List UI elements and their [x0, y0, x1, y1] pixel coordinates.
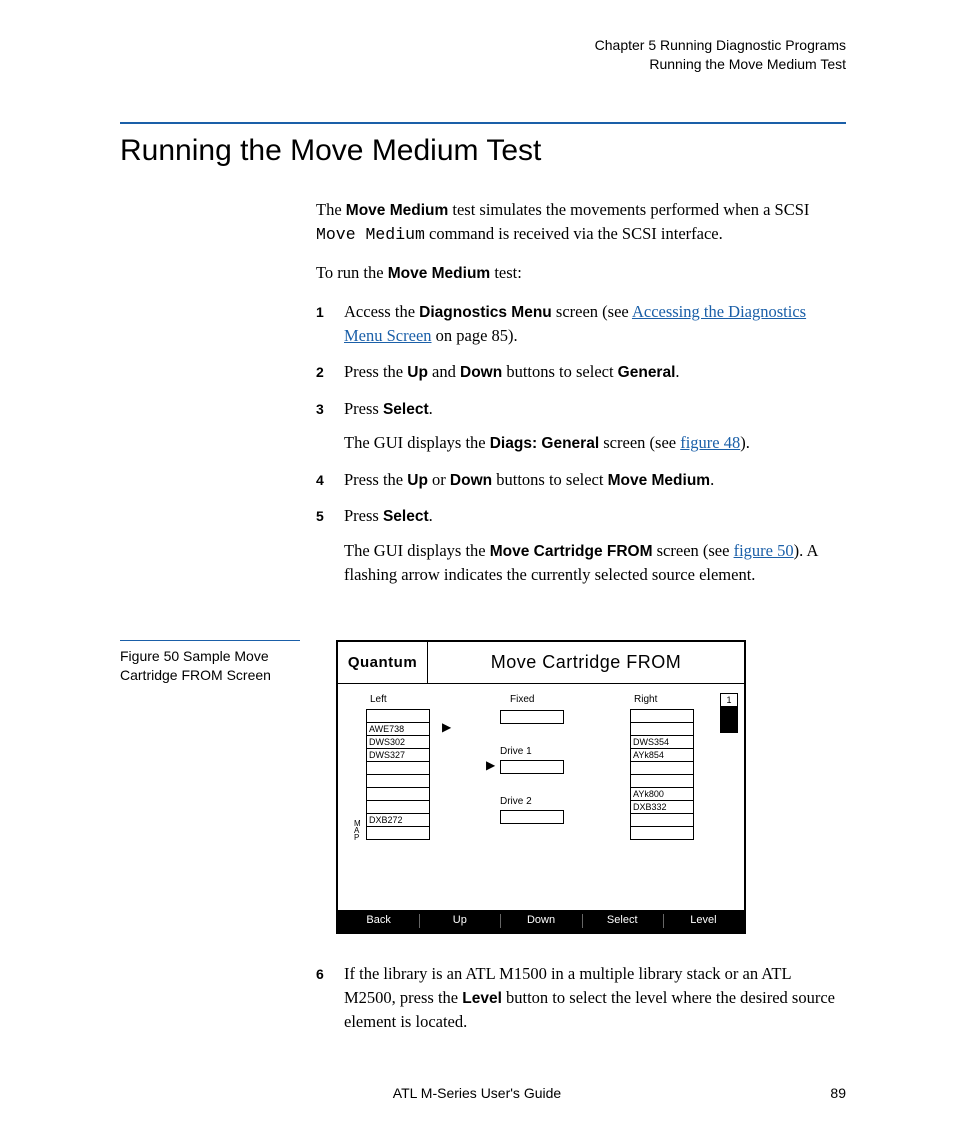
slot-cell: [630, 761, 694, 775]
step-1: 1 Access the Diagnostics Menu screen (se…: [316, 300, 846, 348]
slot-cell: DWS302: [366, 735, 430, 749]
slot-cell: [366, 774, 430, 788]
step-4: 4 Press the Up or Down buttons to select…: [316, 468, 846, 492]
indicator-slot: [720, 719, 738, 733]
slot-cell: AYk854: [630, 748, 694, 762]
drive2-box: [500, 810, 564, 824]
slot-cell: DXB332: [630, 800, 694, 814]
right-slots: DWS354AYk854 AYk800DXB332: [630, 710, 694, 840]
slot-cell: [630, 709, 694, 723]
slot-cell: DWS327: [366, 748, 430, 762]
footer-page-number: 89: [830, 1085, 846, 1101]
page-title: Running the Move Medium Test: [120, 134, 541, 168]
arrow-icon: ▶: [486, 758, 495, 772]
page-header: Chapter 5 Running Diagnostic Programs Ru…: [595, 36, 846, 74]
drive1-box: [500, 760, 564, 774]
title-rule: [120, 122, 846, 124]
intro-p2: To run the Move Medium test:: [316, 261, 846, 285]
up-button[interactable]: Up: [419, 910, 500, 932]
header-section: Running the Move Medium Test: [595, 55, 846, 74]
arrow-icon: ▶: [442, 720, 451, 734]
down-button[interactable]: Down: [500, 910, 581, 932]
back-button[interactable]: Back: [338, 910, 419, 932]
figure-header: Quantum Move Cartridge FROM: [338, 642, 744, 684]
fixed-box: [500, 710, 564, 724]
figure-body: Left Fixed Right AWE738DWS302DWS327 DXB27…: [338, 684, 744, 910]
slot-cell: [630, 813, 694, 827]
level-button[interactable]: Level: [663, 910, 744, 932]
step-6: 6 If the library is an ATL M1500 in a mu…: [316, 962, 846, 1034]
footer-title: ATL M-Series User's Guide: [0, 1085, 954, 1101]
figure-footer: BackUpDownSelectLevel: [338, 910, 744, 932]
slot-cell: [630, 774, 694, 788]
step-3: 3 Press Select. The GUI displays the Dia…: [316, 397, 846, 456]
slot-cell: [630, 722, 694, 736]
body-content: The Move Medium test simulates the movem…: [316, 198, 846, 599]
slot-cell: [630, 826, 694, 840]
slot-cell: [366, 761, 430, 775]
figure-caption: Figure 50 Sample Move Cartridge FROM Scr…: [120, 640, 300, 685]
figure-title: Move Cartridge FROM: [428, 652, 744, 673]
label-map: M A P: [354, 820, 361, 841]
indicator-slot: [720, 706, 738, 720]
intro-p1: The Move Medium test simulates the movem…: [316, 198, 846, 247]
step-5: 5 Press Select. The GUI displays the Mov…: [316, 504, 846, 587]
label-fixed: Fixed: [510, 694, 534, 705]
slot-cell: DWS354: [630, 735, 694, 749]
label-right: Right: [634, 694, 657, 705]
header-chapter: Chapter 5 Running Diagnostic Programs: [595, 36, 846, 55]
slot-cell: AWE738: [366, 722, 430, 736]
left-slots: AWE738DWS302DWS327 DXB272: [366, 710, 430, 840]
figure-50: Quantum Move Cartridge FROM Left Fixed R…: [336, 640, 746, 934]
label-drive2: Drive 2: [500, 796, 532, 807]
label-drive1: Drive 1: [500, 746, 532, 757]
select-button[interactable]: Select: [582, 910, 663, 932]
label-left: Left: [370, 694, 387, 705]
slot-cell: DXB272: [366, 813, 430, 827]
slot-cell: AYk800: [630, 787, 694, 801]
slot-cell: [366, 826, 430, 840]
indicator-selected: 1: [720, 693, 738, 707]
level-indicator: 1: [720, 694, 738, 733]
link-figure-50[interactable]: figure 50: [734, 541, 794, 560]
steps-list: 1 Access the Diagnostics Menu screen (se…: [316, 300, 846, 587]
slot-cell: [366, 709, 430, 723]
slot-cell: [366, 800, 430, 814]
step-6-container: 6 If the library is an ATL M1500 in a mu…: [316, 962, 846, 1046]
link-figure-48[interactable]: figure 48: [680, 433, 740, 452]
figure-brand: Quantum: [338, 642, 428, 683]
slot-cell: [366, 787, 430, 801]
step-2: 2 Press the Up and Down buttons to selec…: [316, 360, 846, 384]
